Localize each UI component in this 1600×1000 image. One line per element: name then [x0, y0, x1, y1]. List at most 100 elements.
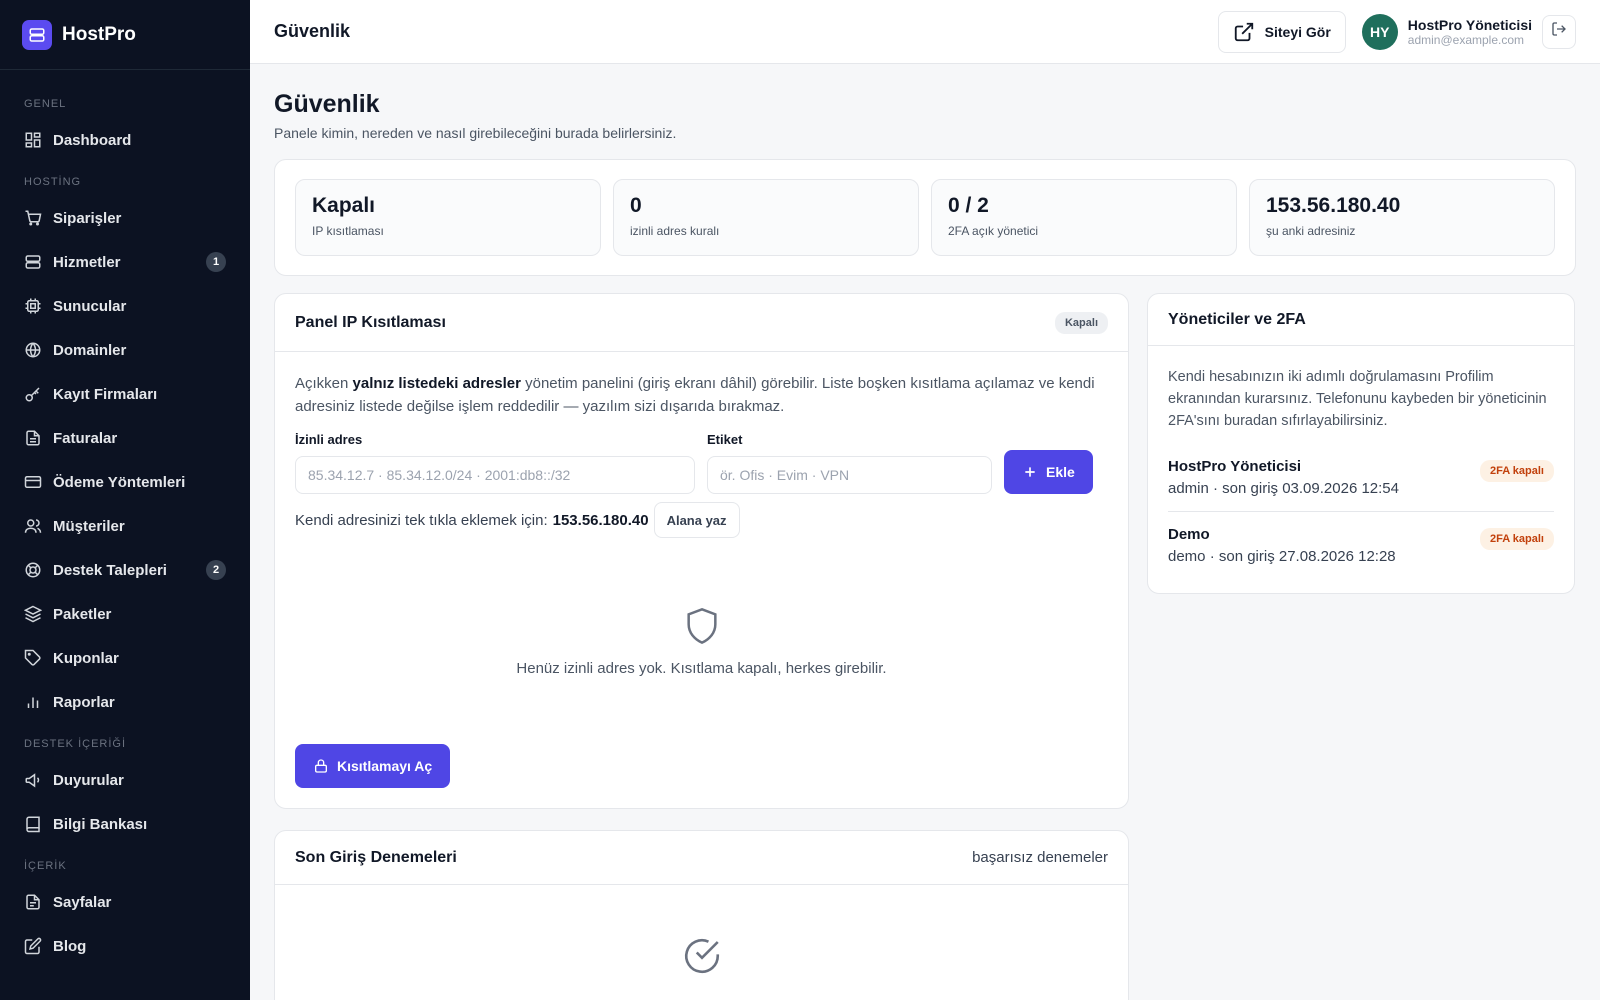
sidebar-item-blog[interactable]: Blog	[0, 924, 250, 968]
stat-label: 2FA açık yönetici	[948, 224, 1039, 238]
stat-allowed-rules: 0 izinli adres kuralı	[613, 179, 919, 256]
logout-button[interactable]	[1542, 14, 1576, 49]
lifebuoy-icon	[24, 561, 42, 579]
panel-title: Panel IP Kısıtlaması	[295, 313, 446, 331]
sidebar-item-label: Siparişler	[53, 209, 122, 227]
current-ip: 153.56.180.40	[552, 511, 649, 529]
ip-restriction-panel: Panel IP Kısıtlaması Kapalı Açıkken yaln…	[274, 293, 1129, 809]
stat-2fa-admins: 0 / 2 2FA açık yönetici	[931, 179, 1237, 256]
2fa-status-badge: 2FA kapalı	[1479, 528, 1554, 550]
dashboard-icon	[24, 131, 42, 149]
sidebar-item-label: Sunucular	[53, 297, 127, 315]
cpu-icon	[24, 297, 42, 315]
top-header: Güvenlik Siteyi Gör HY HostPro Yöneticis…	[250, 0, 1600, 64]
edit-icon	[24, 937, 42, 955]
panel-title: Yöneticiler ve 2FA	[1168, 310, 1306, 328]
admin-meta: demo · son giriş 27.08.2026 12:28	[1168, 548, 1396, 565]
sidebar-item-label: Raporlar	[53, 693, 115, 711]
nav-section-title: İÇERİK	[24, 860, 67, 872]
sidebar-item-knowledge-base[interactable]: Bilgi Bankası	[0, 802, 250, 846]
empty-text: Henüz izinli adres yok. Kısıtlama kapalı…	[516, 659, 887, 677]
address-input[interactable]: 85.34.12.7 · 85.34.12.0/24 · 2001:db8::/…	[295, 456, 695, 494]
stat-value: 0 / 2	[948, 194, 989, 217]
sidebar-item-payment-methods[interactable]: Ödeme Yöntemleri	[0, 460, 250, 504]
sidebar-item-customers[interactable]: Müşteriler	[0, 504, 250, 548]
external-link-icon	[1233, 21, 1255, 43]
ip-description: Açıkken yalnız listedeki adresler yöneti…	[295, 375, 1095, 415]
empty-state: Henüz izinli adres yok. Kısıtlama kapalı…	[295, 538, 1108, 744]
sidebar-item-label: Blog	[53, 937, 87, 955]
sidebar-item-reports[interactable]: Raporlar	[0, 680, 250, 724]
sidebar-item-orders[interactable]: Siparişler	[0, 196, 250, 240]
page-title: Güvenlik	[274, 90, 380, 118]
add-address-button[interactable]: Ekle	[1004, 450, 1093, 494]
sidebar-item-label: Hizmetler	[53, 253, 121, 271]
sidebar-item-registrars[interactable]: Kayıt Firmaları	[0, 372, 250, 416]
lock-icon	[313, 758, 329, 774]
page-icon	[24, 893, 42, 911]
cart-icon	[24, 209, 42, 227]
stat-value: Kapalı	[312, 194, 376, 217]
sidebar-item-servers[interactable]: Sunucular	[0, 284, 250, 328]
admin-name: Demo	[1168, 526, 1210, 543]
brand-name: HostPro	[62, 23, 136, 45]
admins-2fa-panel: Yöneticiler ve 2FA Kendi hesabınızın iki…	[1147, 293, 1575, 594]
user-menu[interactable]: HY HostPro Yöneticisi admin@example.com	[1361, 13, 1532, 50]
nav-section-title: HOSTİNG	[24, 176, 82, 188]
megaphone-icon	[24, 771, 42, 789]
sidebar-item-packages[interactable]: Paketler	[0, 592, 250, 636]
sidebar-item-announcements[interactable]: Duyurular	[0, 758, 250, 802]
logout-icon	[1551, 21, 1567, 42]
panel-subtitle: başarısız denemeler	[972, 849, 1108, 866]
sidebar-item-label: Kuponlar	[53, 649, 119, 667]
page-subtitle: Panele kimin, nereden ve nasıl girebilec…	[274, 125, 677, 141]
globe-icon	[24, 341, 42, 359]
count-badge: 2	[206, 560, 226, 580]
nav-section-title: GENEL	[24, 98, 67, 110]
2fa-status-badge: 2FA kapalı	[1479, 460, 1554, 482]
panel-title: Son Giriş Denemeleri	[295, 848, 457, 866]
view-site-button[interactable]: Siteyi Gör	[1217, 10, 1346, 53]
stat-label: izinli adres kuralı	[630, 224, 720, 238]
sidebar-item-label: Müşteriler	[53, 517, 125, 535]
tag-input[interactable]: ör. Ofis · Evim · VPN	[707, 456, 992, 494]
sidebar-item-label: Paketler	[53, 605, 112, 623]
view-site-label: Siteyi Gör	[1264, 23, 1331, 40]
enable-label: Kısıtlamayı Aç	[337, 758, 433, 774]
login-attempts-panel: Son Giriş Denemeleri başarısız denemeler	[274, 830, 1129, 1000]
fill-field-button[interactable]: Alana yaz	[653, 502, 740, 538]
address-field-label: İzinli adres	[295, 432, 363, 447]
layers-icon	[24, 605, 42, 623]
sidebar-item-label: Bilgi Bankası	[53, 815, 148, 833]
admin-name: HostPro Yöneticisi	[1168, 458, 1302, 475]
tag-icon	[24, 649, 42, 667]
sidebar-nav: GENEL Dashboard HOSTİNG Siparişler Hizme…	[0, 70, 250, 968]
server-logo-icon	[22, 19, 52, 50]
admin-row: Demo demo · son giriş 27.08.2026 12:28 2…	[1168, 511, 1554, 579]
main-content: Güvenlik Panele kimin, nereden ve nasıl …	[250, 64, 1600, 1000]
admin-row: HostPro Yöneticisi admin · son giriş 03.…	[1168, 444, 1554, 511]
sidebar-item-services[interactable]: Hizmetler 1	[0, 240, 250, 284]
sidebar-item-coupons[interactable]: Kuponlar	[0, 636, 250, 680]
users-icon	[24, 517, 42, 535]
sidebar-item-domains[interactable]: Domainler	[0, 328, 250, 372]
sidebar-item-dashboard[interactable]: Dashboard	[0, 118, 250, 162]
stat-label: IP kısıtlaması	[312, 224, 384, 238]
sidebar-item-label: Domainler	[53, 341, 127, 359]
sidebar-item-support-tickets[interactable]: Destek Talepleri 2	[0, 548, 250, 592]
key-icon	[24, 385, 42, 403]
stat-label: şu anki adresiniz	[1266, 224, 1356, 238]
count-badge: 1	[206, 252, 226, 272]
header-title: Güvenlik	[274, 21, 351, 41]
brand[interactable]: HostPro	[0, 0, 250, 70]
sidebar-item-label: Faturalar	[53, 429, 118, 447]
sidebar-item-label: Kayıt Firmaları	[53, 385, 158, 403]
status-badge: Kapalı	[1054, 311, 1108, 334]
shield-icon	[682, 606, 722, 646]
admin-meta: admin · son giriş 03.09.2026 12:54	[1168, 480, 1399, 497]
sidebar-item-invoices[interactable]: Faturalar	[0, 416, 250, 460]
sidebar-item-pages[interactable]: Sayfalar	[0, 880, 250, 924]
sidebar-item-label: Ödeme Yöntemleri	[53, 473, 186, 491]
enable-restriction-button[interactable]: Kısıtlamayı Aç	[295, 744, 451, 788]
quick-add-row: Kendi adresinizi tek tıkla eklemek için:…	[295, 502, 1108, 538]
